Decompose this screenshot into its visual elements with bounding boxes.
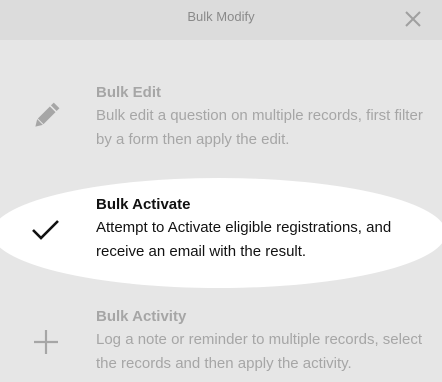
plus-icon [28,324,64,360]
close-icon [402,8,424,30]
option-title: Bulk Activate [96,196,191,213]
option-title: Bulk Activity [96,308,187,325]
option-bulk-activity[interactable]: Bulk Activity Log a note or reminder to … [0,304,442,382]
close-button[interactable] [402,8,424,30]
option-description: Log a note or reminder to multiple recor… [96,331,422,372]
option-bulk-activate[interactable]: Bulk Activate Attempt to Activate eligib… [0,192,442,272]
pencil-icon [28,98,64,134]
dialog-header: Bulk Modify [0,0,442,40]
option-bulk-edit[interactable]: Bulk Edit Bulk edit a question on multip… [0,80,442,160]
checkmark-icon [28,212,64,248]
option-title: Bulk Edit [96,84,162,101]
bulk-modify-dialog: Bulk Modify Bulk Edit Bulk edit a questi… [0,0,442,382]
dialog-title: Bulk Modify [187,9,255,24]
option-description: Bulk edit a question on multiple records… [96,107,423,148]
option-description: Attempt to Activate eligible registratio… [96,219,392,260]
